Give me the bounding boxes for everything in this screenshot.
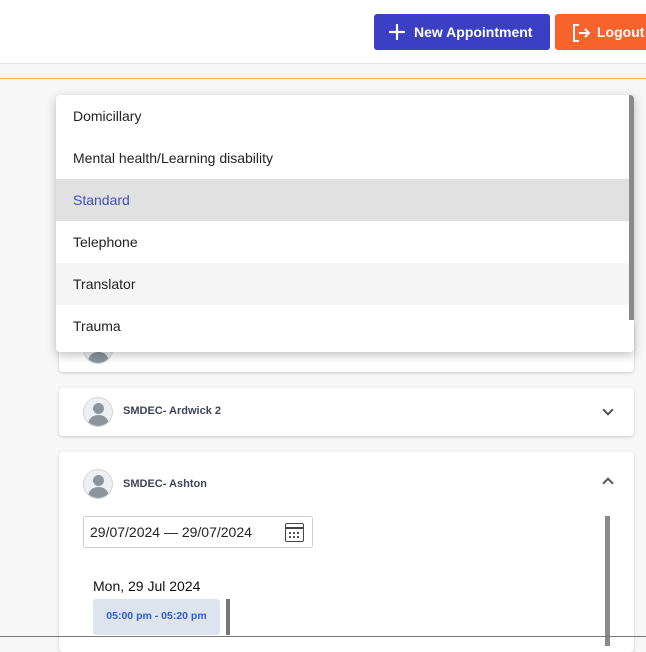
page-bottom-divider xyxy=(0,636,646,637)
option-domicillary[interactable]: Domicillary xyxy=(56,95,634,137)
new-appointment-label: New Appointment xyxy=(414,24,533,40)
dropdown-scrollbar[interactable] xyxy=(629,95,634,320)
slot-scrollbar[interactable] xyxy=(226,599,230,635)
location-name: SMDEC- Ashton xyxy=(123,478,207,490)
user-icon xyxy=(83,397,113,427)
option-translator[interactable]: Translator xyxy=(56,263,634,305)
location-name: SMDEC- Ardwick 2 xyxy=(123,405,222,417)
date-range-value: 29/07/2024 — 29/07/2024 xyxy=(90,524,252,540)
logout-button[interactable]: Logout xyxy=(555,14,646,50)
logout-icon xyxy=(571,23,591,42)
header-accent-line xyxy=(0,78,646,79)
option-telephone[interactable]: Telephone xyxy=(56,221,634,263)
option-standard[interactable]: Standard xyxy=(56,179,634,221)
plus-icon xyxy=(388,23,406,41)
card-scrollbar[interactable] xyxy=(605,516,610,646)
calendar-icon[interactable] xyxy=(285,523,304,542)
chevron-down-icon[interactable] xyxy=(602,404,614,416)
time-slot-button[interactable]: 05:00 pm - 05:20 pm xyxy=(93,599,220,635)
user-icon xyxy=(83,469,113,499)
day-label: Mon, 29 Jul 2024 xyxy=(93,578,201,594)
option-trauma[interactable]: Trauma xyxy=(56,305,634,347)
option-mental-health[interactable]: Mental health/Learning disability xyxy=(56,137,634,179)
new-appointment-button[interactable]: New Appointment xyxy=(374,14,550,50)
location-card-ardwick[interactable]: SMDEC- Ardwick 2 xyxy=(59,388,634,436)
header-bar: New Appointment Logout xyxy=(0,0,646,64)
date-range-input[interactable]: 29/07/2024 — 29/07/2024 xyxy=(83,516,313,548)
appointment-type-dropdown: Domicillary Mental health/Learning disab… xyxy=(56,95,634,352)
chevron-up-icon[interactable] xyxy=(602,477,614,489)
logout-label: Logout xyxy=(597,24,645,40)
location-card-ashton[interactable]: SMDEC- Ashton 29/07/2024 — 29/07/2024 Mo… xyxy=(59,452,634,652)
